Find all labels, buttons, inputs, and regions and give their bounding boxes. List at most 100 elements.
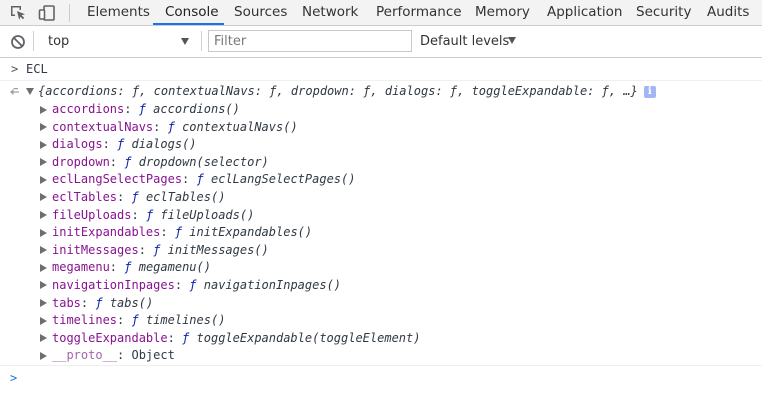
tab-security[interactable]: Security [636, 0, 691, 25]
collapsed-triangle-icon[interactable] [40, 228, 47, 237]
prompt-caret-icon: > [10, 371, 18, 385]
collapsed-triangle-icon[interactable] [40, 263, 47, 272]
collapsed-triangle-icon[interactable] [40, 105, 47, 114]
proto-value: Object [131, 348, 175, 363]
collapsed-triangle-icon[interactable] [40, 316, 47, 325]
property-key: initExpandables [52, 225, 161, 240]
return-value-icon [10, 88, 19, 95]
property-row[interactable]: toggleExpandable: ƒ toggleExpandable(tog… [40, 330, 420, 348]
function-signature: tabs() [109, 295, 154, 310]
device-toolbar-icon[interactable] [38, 4, 56, 22]
function-marker: ƒ [124, 260, 132, 275]
function-marker: ƒ [189, 277, 197, 292]
function-marker: ƒ [117, 137, 125, 152]
summary-entry-key: toggleExpandable [471, 84, 588, 98]
info-icon[interactable]: i [643, 85, 656, 98]
property-key: eclLangSelectPages [52, 172, 183, 187]
function-marker: ƒ [95, 295, 103, 310]
summary-entry-key: dropdown [290, 84, 349, 98]
console-prompt[interactable]: > [0, 366, 762, 390]
summary-entry-value: ƒ [601, 84, 609, 98]
filter-input[interactable] [208, 30, 412, 52]
function-signature: dialogs() [131, 137, 197, 152]
input-expression: ECL [26, 62, 48, 76]
property-row[interactable]: dropdown: ƒ dropdown(selector) [40, 154, 420, 172]
function-marker: ƒ [182, 330, 190, 345]
chevron-down-icon [181, 38, 189, 45]
context-selector[interactable]: top [40, 30, 195, 53]
summary-tail: …} [623, 84, 638, 98]
function-marker: ƒ [167, 119, 175, 134]
function-signature: eclLangSelectPages() [210, 172, 356, 187]
inspect-element-icon[interactable] [9, 4, 27, 22]
tabbar-separator [69, 4, 70, 22]
property-row[interactable]: dialogs: ƒ dialogs() [40, 136, 420, 154]
tab-performance[interactable]: Performance [376, 0, 462, 25]
log-levels-dropdown[interactable]: Default levels [420, 34, 509, 49]
console-messages: > ECL {accordions: ƒ, contextualNavs: ƒ,… [0, 58, 762, 398]
input-prompt-icon: > [11, 62, 19, 76]
collapsed-triangle-icon[interactable] [40, 175, 47, 184]
property-row[interactable]: megamenu: ƒ megamenu() [40, 259, 420, 277]
tab-console[interactable]: Console [165, 0, 219, 25]
function-marker: ƒ [153, 242, 161, 257]
function-signature: initExpandables() [189, 225, 313, 240]
summary-entry-key: contextualNavs [153, 84, 255, 98]
function-marker: ƒ [131, 189, 139, 204]
clear-console-icon[interactable] [10, 34, 26, 50]
function-marker: ƒ [124, 154, 132, 169]
tab-network[interactable]: Network [302, 0, 358, 25]
object-summary[interactable]: {accordions: ƒ, contextualNavs: ƒ, dropd… [26, 84, 656, 100]
collapsed-triangle-icon[interactable] [40, 193, 47, 202]
property-row[interactable]: eclTables: ƒ eclTables() [40, 189, 420, 207]
collapsed-triangle-icon[interactable] [40, 246, 47, 255]
property-row[interactable]: eclLangSelectPages: ƒ eclLangSelectPages… [40, 171, 420, 189]
property-row[interactable]: initExpandables: ƒ initExpandables() [40, 224, 420, 242]
tab-audits[interactable]: Audits [707, 0, 749, 25]
property-row[interactable]: timelines: ƒ timelines() [40, 312, 420, 330]
property-row[interactable]: initMessages: ƒ initMessages() [40, 242, 420, 260]
function-marker: ƒ [145, 207, 154, 222]
console-input-message: > ECL [0, 58, 762, 81]
collapsed-triangle-icon[interactable] [40, 123, 47, 132]
devtools-tabbar: Elements Console Sources Network Perform… [0, 0, 762, 26]
property-key: megamenu [52, 260, 110, 275]
function-signature: navigationInpages() [203, 277, 342, 292]
collapsed-triangle-icon[interactable] [40, 334, 47, 343]
property-row[interactable]: contextualNavs: ƒ contextualNavs() [40, 119, 420, 137]
function-signature: initMessages() [167, 242, 269, 257]
function-marker: ƒ [138, 102, 146, 116]
property-key: navigationInpages [52, 277, 175, 292]
function-signature: accordions() [153, 102, 240, 116]
property-key: dropdown [52, 154, 110, 169]
property-row[interactable]: accordions: ƒ accordions() [40, 101, 420, 119]
collapsed-triangle-icon[interactable] [40, 299, 47, 308]
expanded-triangle-icon[interactable] [26, 88, 34, 95]
function-signature: contextualNavs() [182, 119, 298, 134]
property-key: toggleExpandable [52, 330, 168, 345]
context-selector-value: top [48, 34, 70, 49]
collapsed-triangle-icon[interactable] [40, 281, 47, 290]
tab-memory[interactable]: Memory [475, 0, 530, 25]
collapsed-triangle-icon[interactable] [40, 351, 47, 360]
property-row[interactable]: fileUploads: ƒ fileUploads() [40, 207, 420, 225]
proto-row[interactable]: __proto__: Object [40, 347, 420, 365]
property-row[interactable]: tabs: ƒ tabs() [40, 295, 420, 313]
tab-sources[interactable]: Sources [234, 0, 287, 25]
proto-key: __proto__ [52, 348, 118, 363]
tab-elements[interactable]: Elements [87, 0, 150, 25]
summary-entry-key: accordions [45, 84, 118, 98]
tab-application[interactable]: Application [547, 0, 622, 25]
property-key: accordions [52, 102, 125, 116]
collapsed-triangle-icon[interactable] [40, 211, 47, 220]
toolbar-separator [33, 31, 34, 51]
function-signature: megamenu() [138, 260, 211, 275]
function-marker: ƒ [131, 313, 139, 328]
property-row[interactable]: navigationInpages: ƒ navigationInpages() [40, 277, 420, 295]
collapsed-triangle-icon[interactable] [40, 158, 47, 167]
chevron-down-icon [508, 37, 516, 44]
function-signature: eclTables() [145, 189, 226, 204]
collapsed-triangle-icon[interactable] [40, 140, 47, 149]
object-properties: accordions: ƒ accordions() contextualNav… [40, 101, 420, 365]
summary-entry-key: dialogs [384, 84, 436, 98]
